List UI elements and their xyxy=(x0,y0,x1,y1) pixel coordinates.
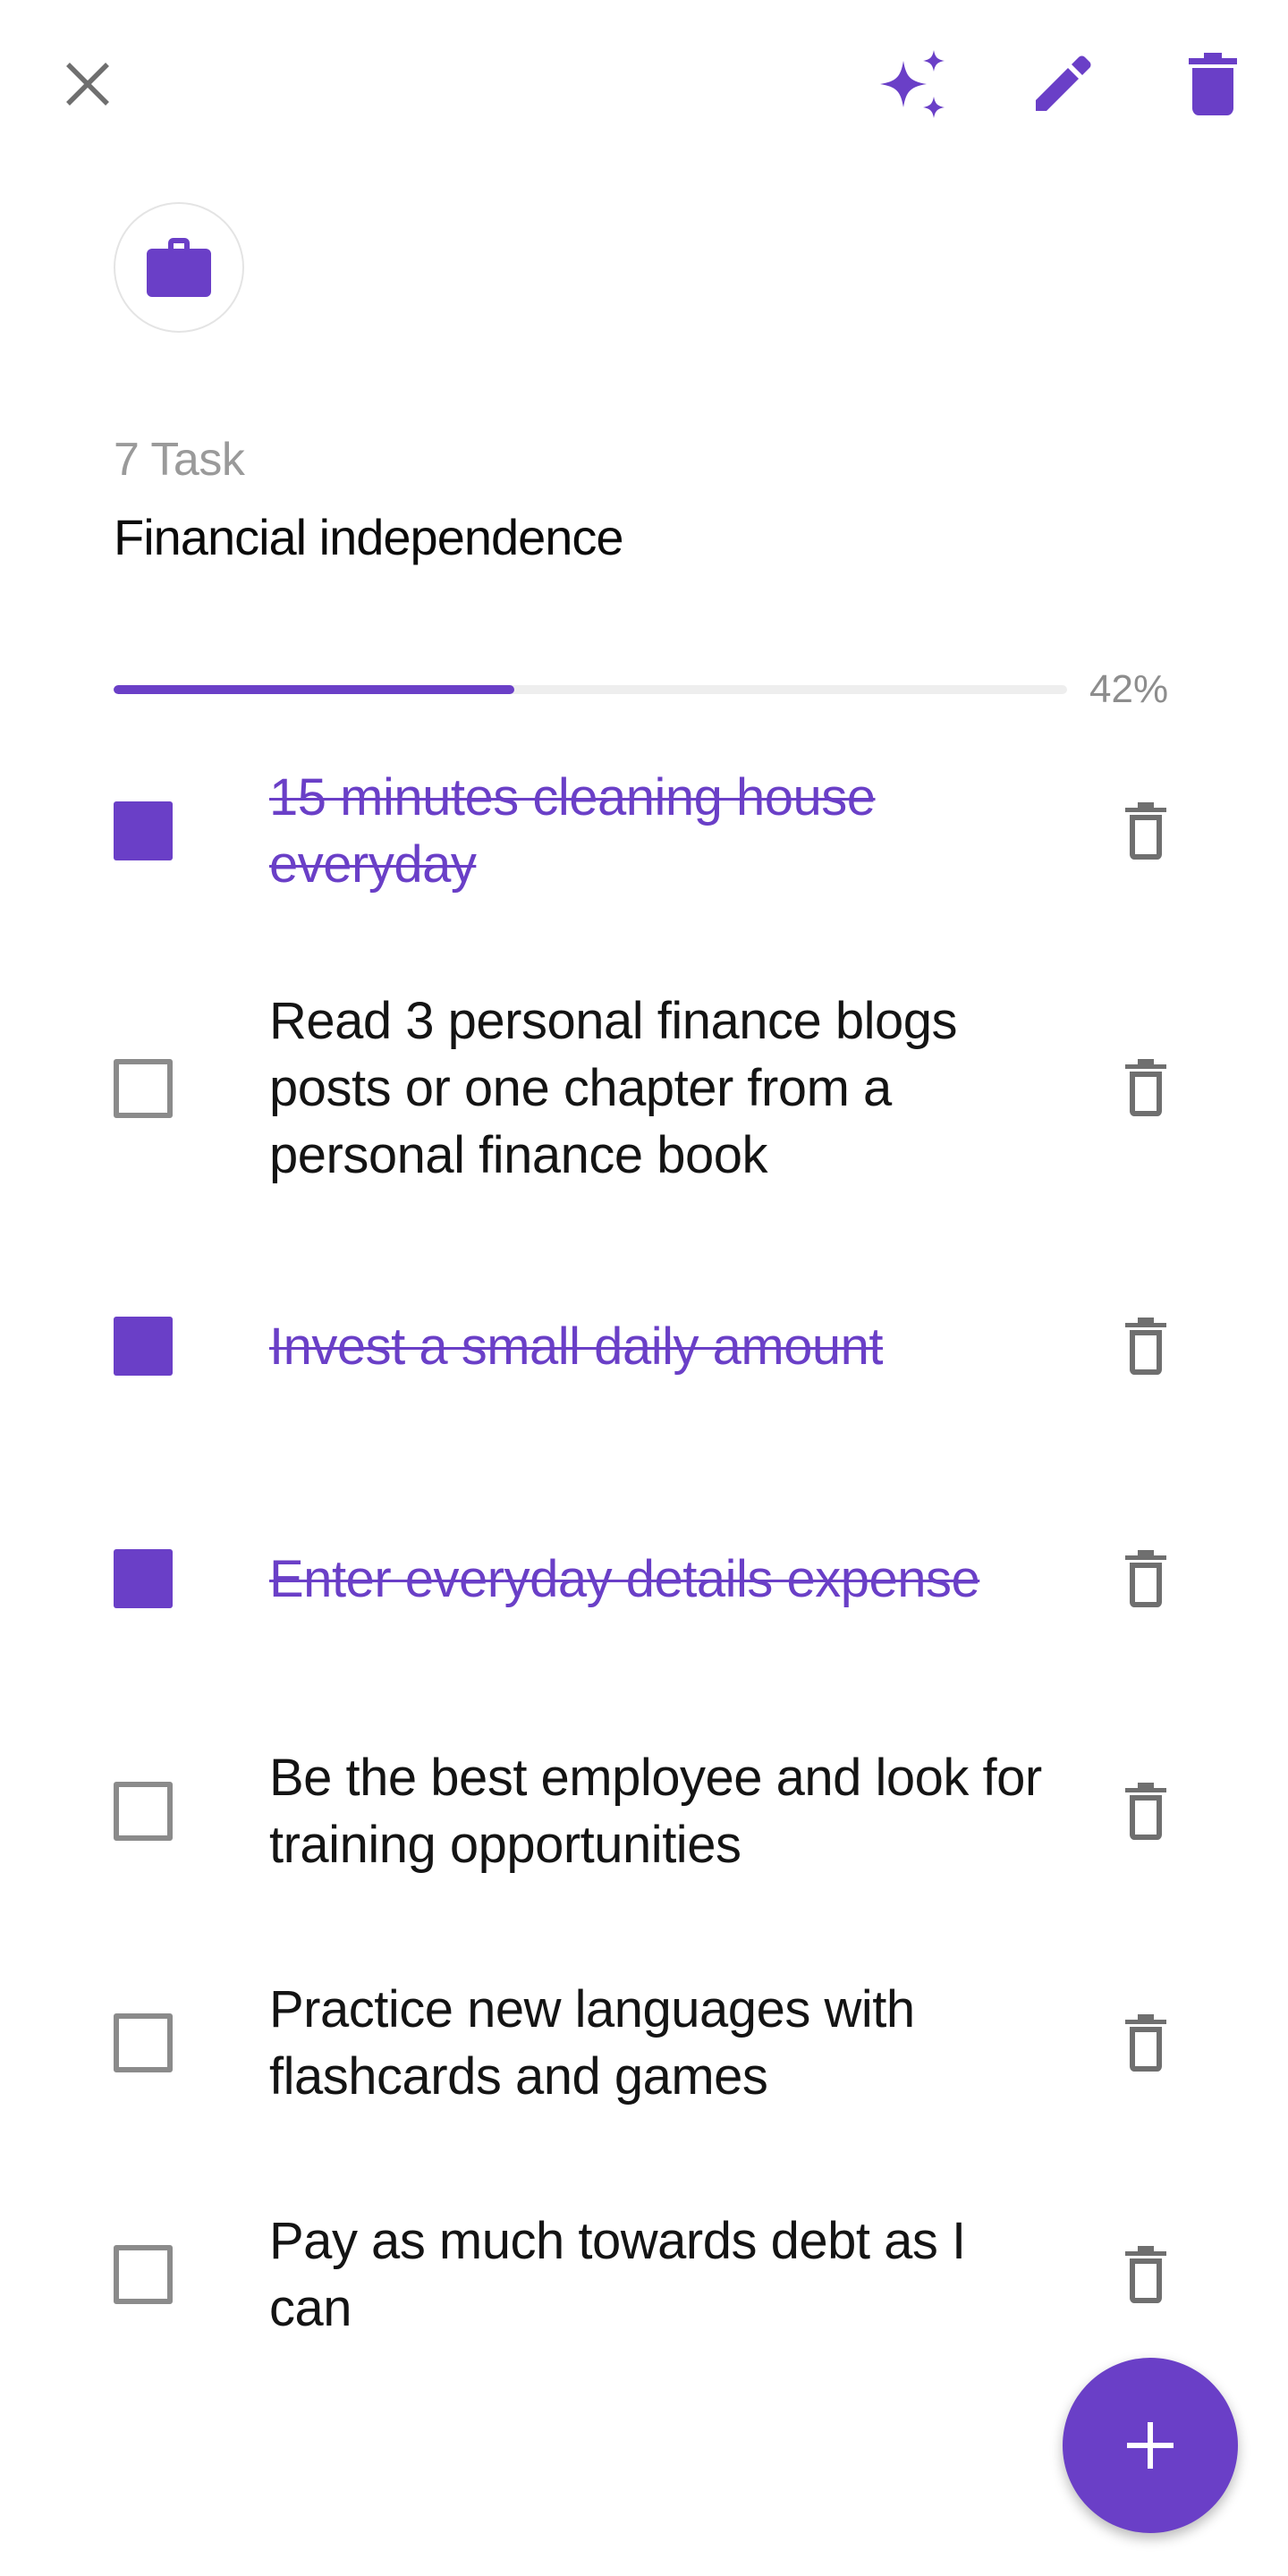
trash-outline-icon xyxy=(1125,1550,1166,1607)
trash-outline-icon xyxy=(1125,2014,1166,2072)
task-row: Practice new languages with flashcards a… xyxy=(0,1976,1288,2110)
task-text: Be the best employee and look for traini… xyxy=(269,1749,1042,1874)
trash-outline-icon xyxy=(1125,1783,1166,1840)
progress-fill xyxy=(114,685,514,694)
category-avatar xyxy=(114,202,244,333)
ai-assist-button[interactable] xyxy=(873,43,955,125)
sparkle-icon xyxy=(880,50,945,118)
delete-task-button[interactable] xyxy=(1114,795,1177,867)
progress-bar xyxy=(114,685,1067,694)
progress-percentage: 42% xyxy=(1089,667,1169,711)
task-count: 7 Task xyxy=(114,434,245,486)
edit-button[interactable] xyxy=(1021,43,1104,125)
trash-outline-icon xyxy=(1125,802,1166,860)
pencil-icon xyxy=(1036,55,1091,111)
delete-task-button[interactable] xyxy=(1114,1543,1177,1614)
trash-outline-icon xyxy=(1125,2246,1166,2303)
task-text: Enter everyday details expense xyxy=(269,1550,980,1608)
trash-icon xyxy=(1189,53,1237,115)
task-row: Read 3 personal finance blogs posts or o… xyxy=(0,987,1288,1189)
close-button[interactable] xyxy=(47,43,129,125)
task-checkbox[interactable] xyxy=(114,2245,173,2304)
delete-task-button[interactable] xyxy=(1114,2007,1177,2079)
task-text: Read 3 personal finance blogs posts or o… xyxy=(269,992,958,1184)
trash-outline-icon xyxy=(1125,1059,1166,1116)
plus-icon xyxy=(1127,2422,1174,2469)
delete-task-button[interactable] xyxy=(1114,1052,1177,1123)
trash-outline-icon xyxy=(1125,1318,1166,1375)
delete-list-button[interactable] xyxy=(1172,43,1254,125)
task-text: Pay as much towards debt as I can xyxy=(269,2212,966,2337)
briefcase-icon xyxy=(147,238,211,297)
delete-task-button[interactable] xyxy=(1114,1775,1177,1847)
task-row: Pay as much towards debt as I can xyxy=(0,2207,1288,2342)
task-row: Invest a small daily amount xyxy=(0,1313,1288,1380)
task-checkbox[interactable] xyxy=(114,1059,173,1118)
task-checkbox[interactable] xyxy=(114,1549,173,1608)
task-text: Practice new languages with flashcards a… xyxy=(269,1980,915,2106)
list-title: Financial independence xyxy=(114,509,624,565)
task-row: 15 minutes cleaning house everyday xyxy=(0,764,1288,898)
task-row: Enter everyday details expense xyxy=(0,1546,1288,1613)
task-text: 15 minutes cleaning house everyday xyxy=(269,768,876,894)
delete-task-button[interactable] xyxy=(1114,1310,1177,1382)
task-checkbox[interactable] xyxy=(114,801,173,860)
task-row: Be the best employee and look for traini… xyxy=(0,1744,1288,1878)
task-checkbox[interactable] xyxy=(114,2013,173,2072)
top-app-bar xyxy=(0,0,1288,170)
task-checkbox[interactable] xyxy=(114,1317,173,1376)
task-text: Invest a small daily amount xyxy=(269,1318,884,1376)
delete-task-button[interactable] xyxy=(1114,2239,1177,2310)
task-checkbox[interactable] xyxy=(114,1782,173,1841)
close-icon xyxy=(66,63,109,106)
add-task-button[interactable] xyxy=(1063,2358,1238,2533)
